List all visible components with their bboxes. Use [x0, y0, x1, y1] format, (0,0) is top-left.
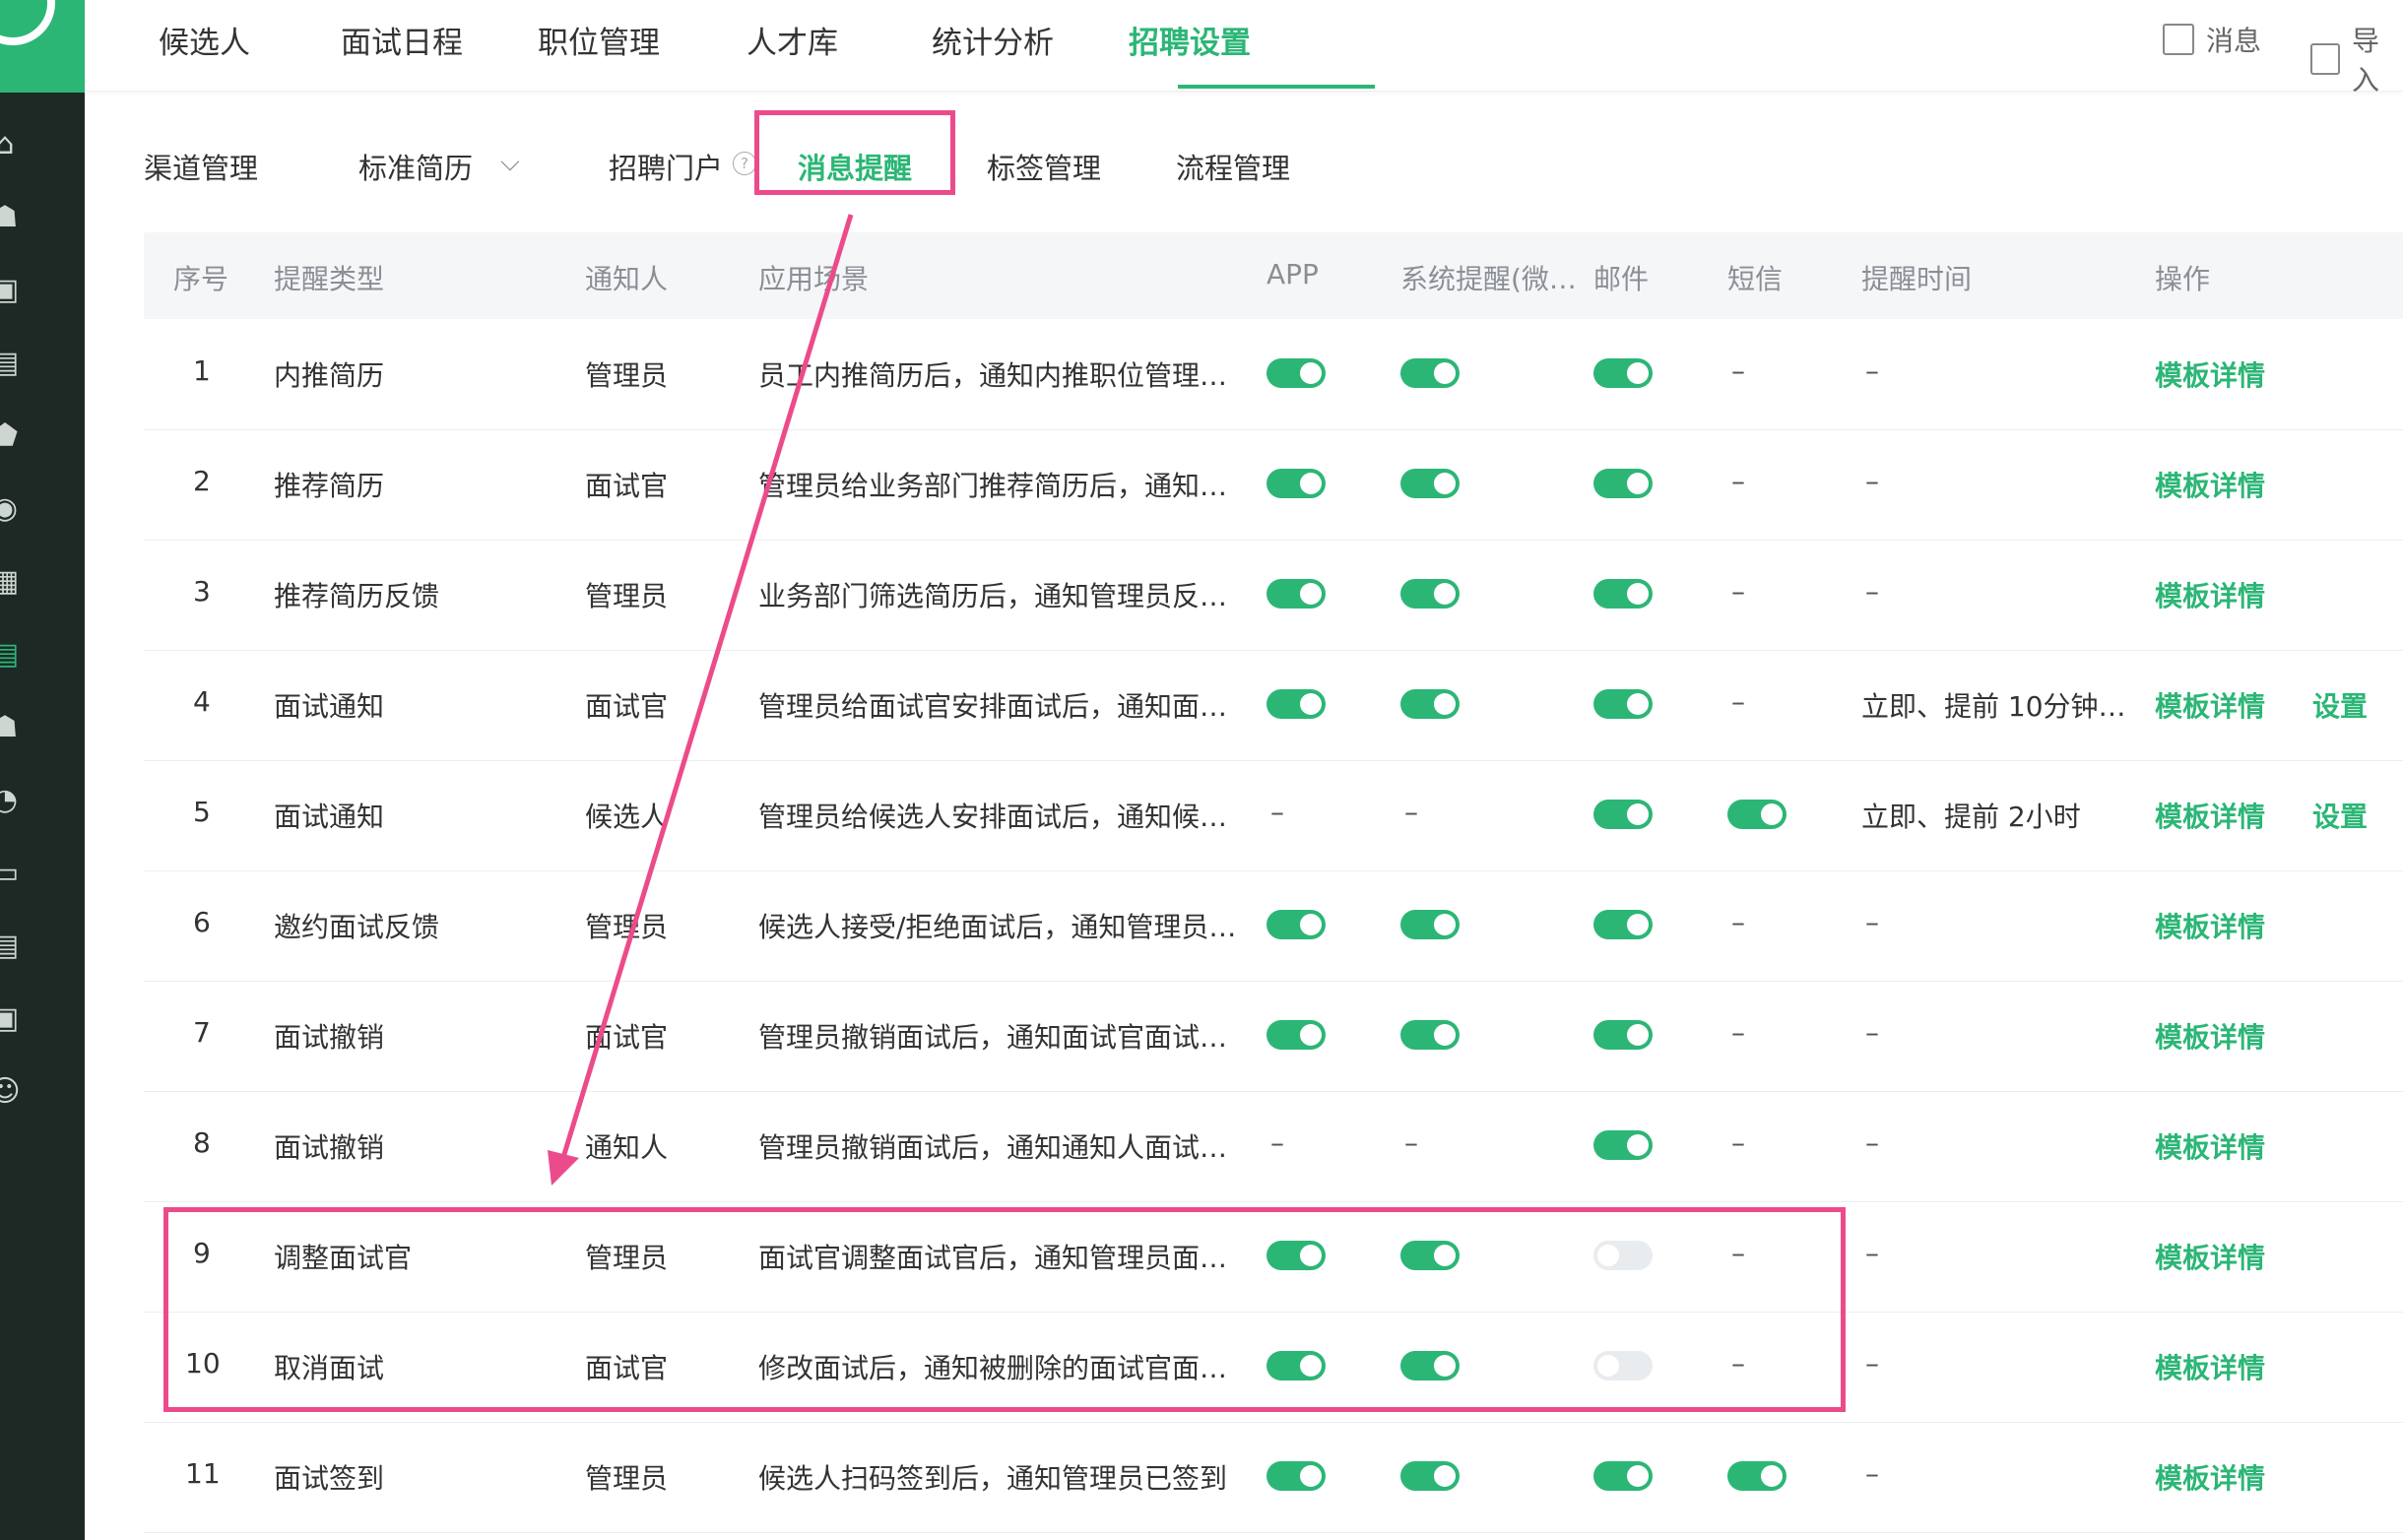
annotation-arrow [548, 214, 854, 1186]
